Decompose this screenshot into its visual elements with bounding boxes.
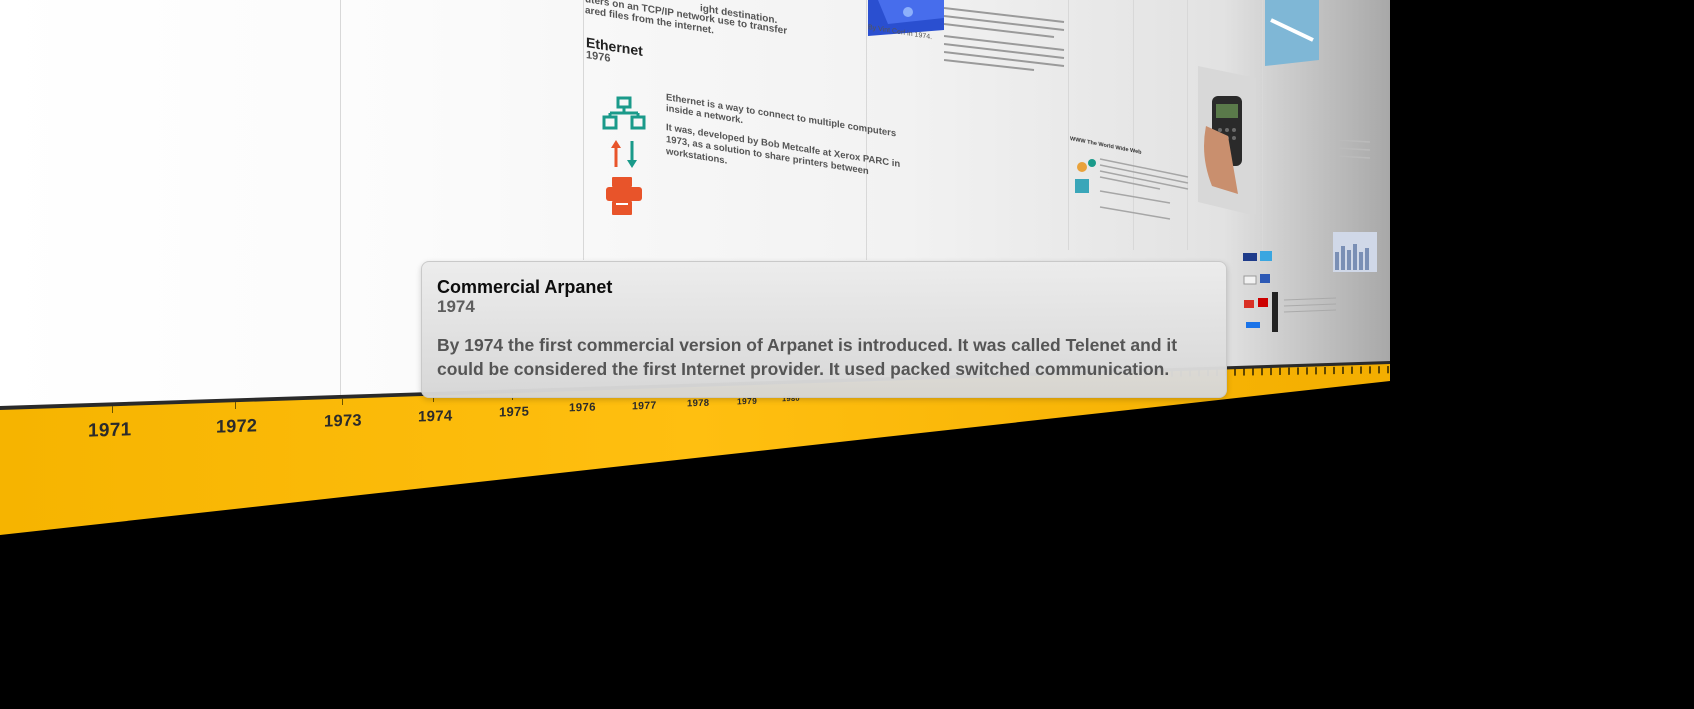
www-illustration bbox=[1075, 158, 1189, 220]
year-label[interactable]: 1973 bbox=[324, 411, 362, 431]
column-divider bbox=[1068, 0, 1069, 250]
cerf-text-lines bbox=[944, 7, 1065, 71]
year-tick bbox=[112, 406, 113, 413]
year-label[interactable]: 1974 bbox=[418, 407, 453, 425]
column-divider bbox=[583, 0, 584, 260]
network-printer-icon bbox=[602, 96, 646, 215]
distant-image bbox=[1265, 0, 1319, 66]
event-popup[interactable]: Commercial Arpanet 1974 By 1974 the firs… bbox=[421, 261, 1227, 398]
year-label[interactable]: 1972 bbox=[216, 415, 257, 437]
popup-description: By 1974 the first commercial version of … bbox=[437, 335, 1178, 379]
year-label[interactable]: 1977 bbox=[632, 400, 657, 413]
popup-title: Commercial Arpanet bbox=[437, 277, 613, 297]
year-label[interactable]: 1971 bbox=[88, 419, 131, 442]
column-divider bbox=[340, 0, 341, 395]
ethernet-year: 1976 bbox=[586, 49, 611, 65]
timeline-stage: ight destination. uters on an TCP/IP net… bbox=[0, 0, 1694, 709]
popup-year: 1974 bbox=[437, 297, 475, 316]
www-title: WWW The World Wide Web bbox=[1070, 136, 1142, 156]
distant-cards bbox=[1243, 140, 1377, 332]
year-label[interactable]: 1975 bbox=[499, 404, 529, 420]
year-tick bbox=[235, 402, 236, 409]
year-tick bbox=[342, 398, 343, 405]
year-label[interactable]: 1978 bbox=[687, 398, 709, 410]
year-label[interactable]: 1976 bbox=[569, 402, 596, 415]
